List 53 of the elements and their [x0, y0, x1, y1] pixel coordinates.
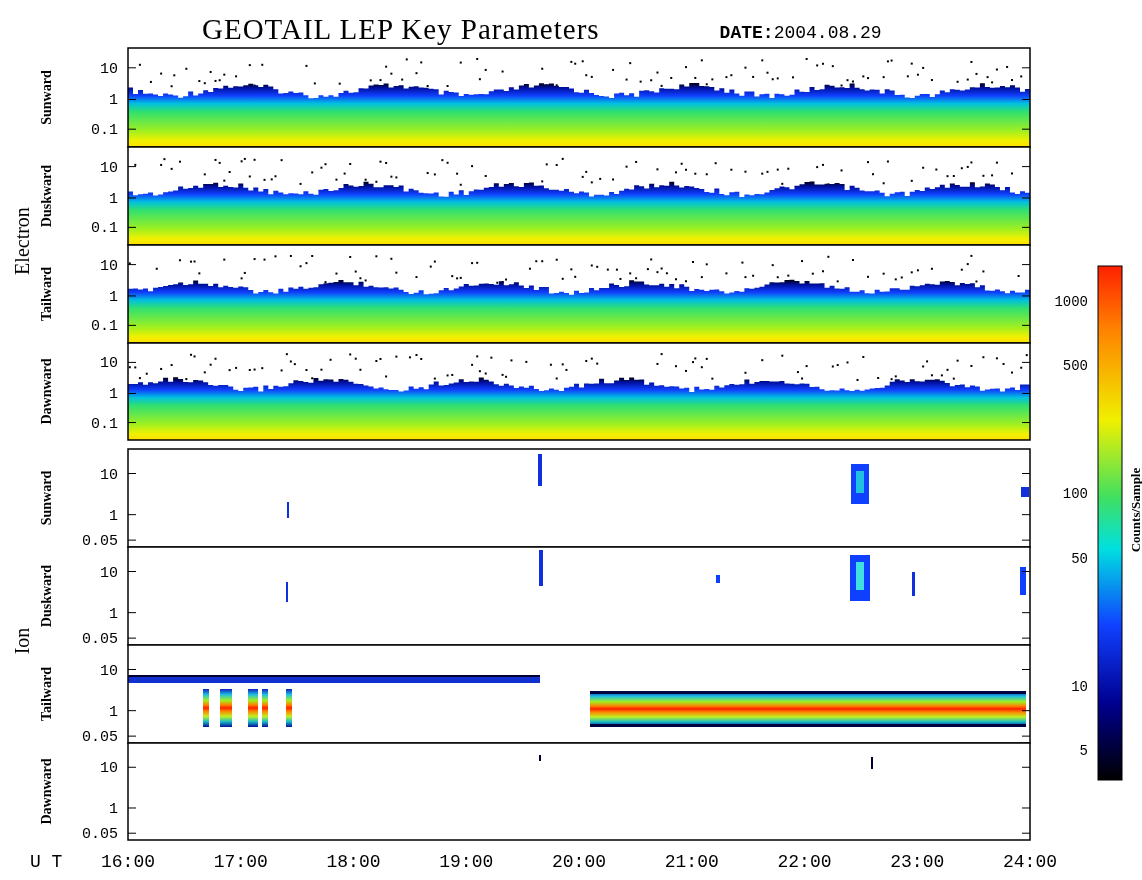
- species-label: Ion: [11, 627, 33, 655]
- axis-tick-label: 5: [1079, 743, 1088, 759]
- axis-tick-label: 0.05: [82, 631, 118, 649]
- axis-tick-label: 16:00: [101, 852, 155, 872]
- axis-label: Counts/Sample: [1128, 467, 1142, 553]
- plot-date: DATE:2004.08.29: [719, 22, 882, 45]
- axis-tick-label: 1: [109, 703, 118, 721]
- axis-tick-label: 23:00: [890, 852, 945, 872]
- direction-label: Tailward: [39, 667, 54, 721]
- axis-tick-label: 1: [109, 92, 118, 110]
- axis-tick-label: 100: [1062, 486, 1088, 502]
- axis-tick-label: 50: [1071, 551, 1088, 567]
- axis-tick-label: 10: [100, 466, 118, 484]
- axis-tick-label: 10: [100, 662, 118, 680]
- axis-tick-label: 10: [100, 355, 118, 373]
- axis-tick-label: 1: [109, 386, 118, 404]
- axis-tick-label: 500: [1062, 358, 1088, 374]
- species-label: Electron: [11, 207, 33, 275]
- axis-tick-label: 10: [100, 60, 118, 78]
- direction-label: Duskward: [39, 164, 54, 228]
- direction-label: Sunward: [39, 70, 54, 125]
- axis-tick-label: 1: [109, 288, 118, 306]
- direction-label: Dawnward: [39, 758, 54, 825]
- axis-tick-label: 18:00: [326, 852, 381, 872]
- direction-label: Duskward: [39, 564, 54, 628]
- axis-tick-label: 20:00: [552, 852, 606, 872]
- axis-tick-label: 24:00: [1003, 852, 1057, 872]
- axis-tick-label: 19:00: [439, 852, 494, 872]
- axis-tick-label: 10: [100, 257, 118, 275]
- axis-tick-label: 0.1: [91, 318, 118, 336]
- axis-tick-label: 1: [109, 605, 118, 623]
- axis-tick-label: 21:00: [664, 852, 719, 872]
- axis-tick-label: 10: [100, 159, 118, 177]
- direction-label: Tailward: [39, 267, 54, 321]
- axis-tick-label: 1: [109, 507, 118, 525]
- axis-tick-label: 1: [109, 190, 118, 208]
- direction-label: Dawnward: [39, 358, 54, 425]
- direction-label: Sunward: [39, 470, 54, 526]
- axis-tick-label: 10: [100, 760, 118, 778]
- axis-tick-label: 0.05: [82, 533, 118, 551]
- axis-tick-label: 1: [109, 801, 118, 818]
- axis-label: U T: [30, 852, 63, 872]
- axis-tick-label: 0.05: [82, 826, 118, 844]
- axis-tick-label: 0.05: [82, 729, 118, 747]
- axis-tick-label: 22:00: [777, 852, 832, 872]
- axis-tick-label: 10: [1071, 679, 1088, 695]
- axis-tick-label: 1000: [1054, 294, 1088, 310]
- axis-tick-label: 0.1: [91, 220, 118, 238]
- axis-tick-label: 10: [100, 564, 118, 582]
- axis-tick-label: 0.1: [91, 415, 118, 433]
- plot-title: GEOTAIL LEP Key Parameters: [202, 12, 600, 47]
- axis-tick-label: 17:00: [213, 852, 268, 872]
- axis-tick-label: 0.1: [91, 122, 118, 140]
